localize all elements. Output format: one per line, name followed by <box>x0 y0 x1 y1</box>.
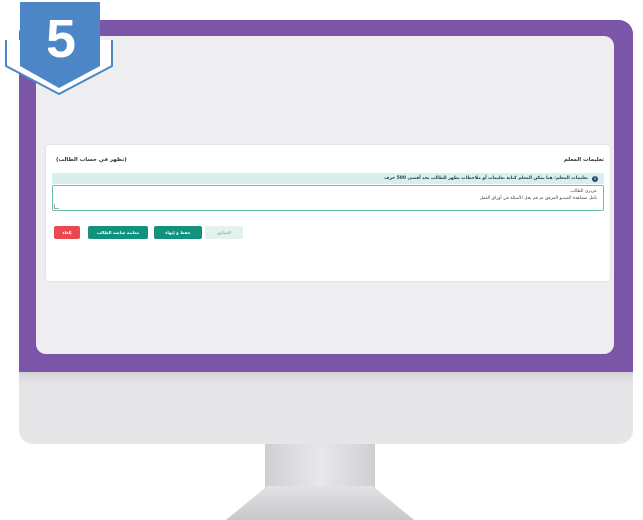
resize-handle-icon[interactable] <box>54 204 59 209</box>
student-preview-button[interactable]: معاينة شاشة الطالب <box>88 226 148 239</box>
info-icon: i <box>592 175 598 182</box>
monitor-stand-neck <box>265 444 375 488</box>
info-alert: i تعليمات المعلم: هنا يمكن المعلم كتابة … <box>52 173 604 184</box>
info-text: تعليمات المعلم: هنا يمكن المعلم كتابة تع… <box>384 176 588 181</box>
teacher-notes-textarea[interactable]: عزيزي الطالب تأمل مشاهدة الفيديو المرفق … <box>52 185 604 211</box>
visibility-note: (تظهر في حساب الطالب) <box>56 157 127 163</box>
monitor-stand-base <box>226 486 414 520</box>
notes-line-2: تأمل مشاهدة الفيديو المرفق ثم قم بحل الأ… <box>479 195 597 201</box>
monitor-screen: تعليمات المعلم (تظهر في حساب الطالب) i ت… <box>36 36 614 354</box>
monitor-chin <box>19 372 633 444</box>
previous-button[interactable]: السابق <box>205 226 243 239</box>
step-badge: 5 <box>4 0 114 98</box>
cancel-button[interactable]: إلغاء <box>54 226 80 239</box>
panel-header: تعليمات المعلم (تظهر في حساب الطالب) <box>56 153 604 167</box>
panel-title: تعليمات المعلم <box>563 157 604 163</box>
save-and-finish-button[interactable]: حفظ و إنهاء <box>154 226 202 239</box>
action-bar: إلغاء معاينة شاشة الطالب حفظ و إنهاء الس… <box>52 226 604 239</box>
teacher-instructions-panel: تعليمات المعلم (تظهر في حساب الطالب) i ت… <box>46 145 610 281</box>
step-number: 5 <box>45 9 77 69</box>
